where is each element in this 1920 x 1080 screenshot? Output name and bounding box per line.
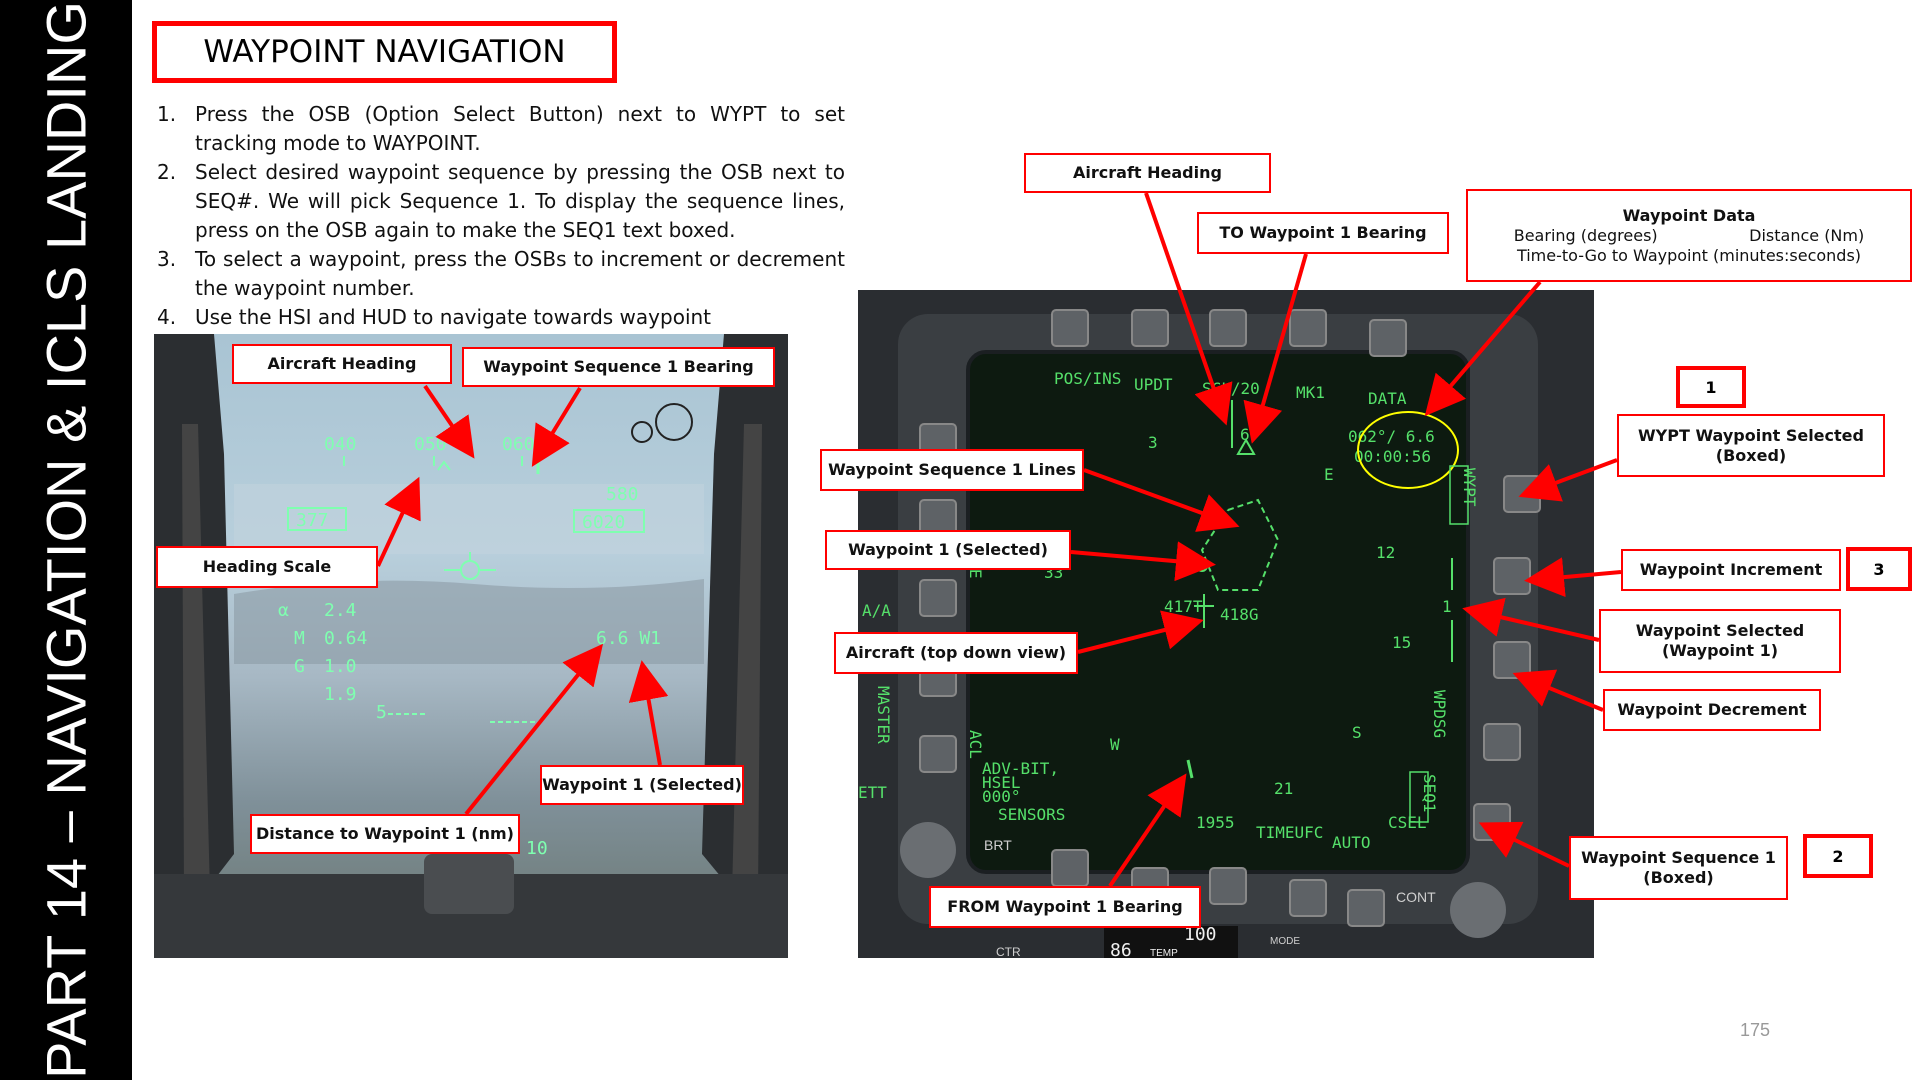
svg-text:G: G	[294, 656, 305, 677]
step-text: Select desired waypoint sequence by pres…	[195, 160, 845, 242]
ddi-temp: TEMP	[1150, 948, 1178, 958]
section-title: PART 14 – NAVIGATION & ICLS LANDING	[34, 1, 98, 1079]
ddi-screenshot: POS/INS UPDT SCL/20 MK1 DATA 062°/ 6.6 0…	[858, 290, 1594, 958]
ddi-view: POS/INS UPDT SCL/20 MK1 DATA 062°/ 6.6 0…	[858, 290, 1594, 958]
hud-callout-aircraft-heading: Aircraft Heading	[232, 344, 452, 384]
ddi-compass-e: E	[1324, 465, 1334, 484]
list-item: 2. Select desired waypoint sequence by pr…	[152, 158, 845, 245]
ddi-callout-to-wp1-bearing: TO Waypoint 1 Bearing	[1197, 212, 1449, 254]
hud-view: 040 050 060 377 580 6020 α 2.4 M 0.64 G …	[154, 334, 788, 958]
waypoint-data-ttg: Time-to-Go to Waypoint (minutes:seconds)	[1516, 245, 1862, 265]
step-number: 4.	[157, 305, 177, 329]
hud-alpha: 2.4	[324, 600, 357, 621]
hud-peak-g: 1.9	[324, 684, 357, 705]
svg-text:M: M	[294, 628, 305, 649]
page-number: 175	[1740, 1020, 1771, 1040]
hud-speed: 377	[296, 510, 329, 531]
hud-callout-heading-scale: Heading Scale	[156, 546, 378, 588]
ddi-callout-aircraft-topdown: Aircraft (top down view)	[834, 632, 1078, 674]
hud-callout-seq1-bearing: Waypoint Sequence 1 Bearing	[462, 347, 775, 387]
step-number: 3.	[157, 247, 177, 271]
ddi-callout-waypoint-data: Waypoint Data Bearing (degrees) Distance…	[1466, 189, 1912, 282]
instruction-list: 1. Press the OSB (Option Select Button) n…	[152, 100, 845, 332]
ddi-compass-15: 15	[1392, 633, 1411, 652]
hud-alt-top: 580	[606, 484, 639, 505]
ddi-wpdsg: WPDSG	[1430, 690, 1449, 738]
ddi-callout-wp-selected: Waypoint Selected (Waypoint 1)	[1599, 609, 1841, 673]
ddi-sensors: SENSORS	[998, 805, 1065, 824]
hud-wp-distance: 6.6 W1	[596, 628, 661, 649]
ddi-ttg: 00:00:56	[1354, 447, 1431, 466]
step-number: 1.	[157, 102, 177, 126]
ddi-callout-wp-increment: Waypoint Increment	[1621, 549, 1841, 591]
ddi-waypoint-number: 1	[1442, 597, 1452, 616]
hud-heading-060: 060	[502, 434, 535, 455]
hud-heading-050: 050	[414, 434, 447, 455]
slide-title: WAYPOINT NAVIGATION	[152, 21, 617, 83]
svg-text:α: α	[278, 600, 289, 621]
step-text: To select a waypoint, press the OSBs to …	[195, 247, 845, 300]
ddi-mode-btn: MODE	[1270, 936, 1300, 947]
ddi-time1955: 1955	[1196, 813, 1235, 832]
ddi-compass-21: 21	[1274, 779, 1293, 798]
ddi-callout-aircraft-heading: Aircraft Heading	[1024, 153, 1271, 193]
step-number: 2.	[157, 160, 177, 184]
list-item: 4. Use the HSI and HUD to navigate toward…	[152, 303, 845, 332]
ddi-acl: ACL	[966, 730, 985, 759]
ddi-ufc-86: 86	[1110, 940, 1132, 958]
hud-scale-5: 5	[376, 702, 387, 723]
waypoint-data-bearing: Bearing (degrees)	[1513, 225, 1658, 245]
step-badge-1: 1	[1676, 366, 1746, 408]
hud-callout-distance: Distance to Waypoint 1 (nm)	[250, 814, 520, 854]
ddi-ett: ETT	[858, 783, 887, 802]
ddi-cont: CONT	[1396, 889, 1436, 905]
sidebar: PART 14 – NAVIGATION & ICLS LANDING	[0, 0, 132, 1080]
step-text: Use the HSI and HUD to navigate towards …	[195, 305, 712, 329]
ddi-418g: 418G	[1220, 605, 1259, 624]
ddi-callout-from-wp1-bearing: FROM Waypoint 1 Bearing	[929, 886, 1201, 928]
ddi-wypt: WYPT	[1460, 468, 1479, 507]
step-badge-2: 2	[1803, 834, 1873, 878]
ddi-master: MASTER	[874, 686, 893, 744]
ddi-callout-wypt-selected: WYPT Waypoint Selected (Boxed)	[1617, 414, 1885, 477]
hud-g: 1.0	[324, 656, 357, 677]
ddi-compass-3: 3	[1148, 433, 1158, 452]
ddi-aa: A/A	[862, 601, 891, 620]
hud-heading-040: 040	[324, 434, 357, 455]
ddi-auto: AUTO	[1332, 833, 1371, 852]
ddi-seq1: SEQ1	[1420, 774, 1439, 813]
ddi-scl: SCL/20	[1202, 379, 1260, 398]
list-item: 3. To select a waypoint, press the OSBs t…	[152, 245, 845, 303]
step-text: Press the OSB (Option Select Button) nex…	[195, 102, 845, 155]
hud-callout-waypoint1: Waypoint 1 (Selected)	[540, 765, 744, 805]
ddi-000: 000°	[982, 787, 1021, 806]
ddi-417t: 417T	[1164, 597, 1203, 616]
list-item: 1. Press the OSB (Option Select Button) n…	[152, 100, 845, 158]
waypoint-data-distance: Distance (Nm)	[1749, 225, 1865, 245]
hud-altitude: 6020	[582, 512, 625, 533]
ddi-csel: CSEL	[1388, 813, 1427, 832]
hud-screenshot: 040 050 060 377 580 6020 α 2.4 M 0.64 G …	[154, 334, 788, 958]
ddi-compass-s: S	[1352, 723, 1362, 742]
ddi-updt: UPDT	[1134, 375, 1173, 394]
ddi-callout-seq1-lines: Waypoint Sequence 1 Lines	[820, 449, 1084, 491]
ddi-ctr: CTR	[996, 945, 1021, 958]
ddi-data: DATA	[1368, 389, 1407, 408]
ddi-timeufc: TIMEUFC	[1256, 823, 1323, 842]
hud-mach: 0.64	[324, 628, 367, 649]
ddi-mk1: MK1	[1296, 383, 1325, 402]
ddi-pos-ins: POS/INS	[1054, 369, 1121, 388]
ddi-callout-wp-decrement: Waypoint Decrement	[1603, 689, 1821, 731]
ddi-compass-12: 12	[1376, 543, 1395, 562]
ddi-callout-seq1-boxed: Waypoint Sequence 1 (Boxed)	[1569, 836, 1788, 900]
waypoint-data-title: Waypoint Data	[1622, 205, 1756, 225]
ddi-compass-w: W	[1110, 735, 1120, 754]
hud-bottom-10: 10	[526, 838, 548, 859]
ddi-callout-wp1-selected: Waypoint 1 (Selected)	[825, 530, 1071, 570]
step-badge-3: 3	[1846, 547, 1912, 591]
ddi-brt: BRT	[984, 837, 1012, 853]
